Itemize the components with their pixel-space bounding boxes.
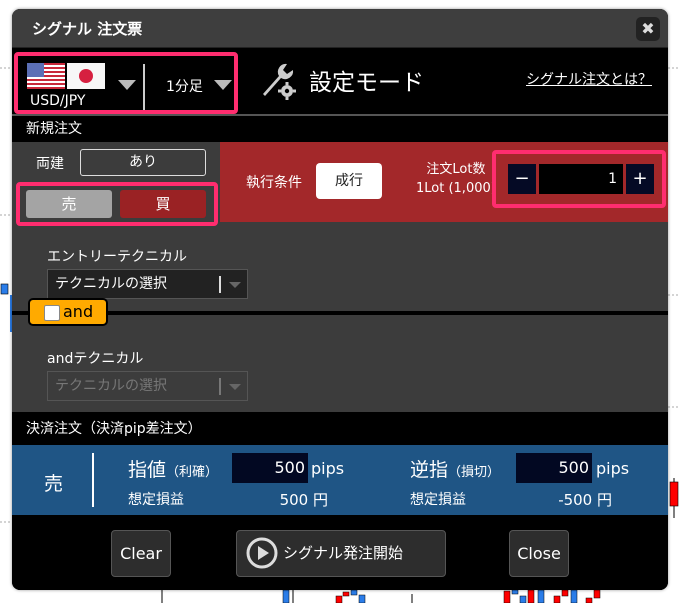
select-divider [219, 276, 221, 293]
settle-order-section: 売 指値（利確） 500 pips 想定損益 500 円 逆指（損切） 500 … [12, 445, 668, 515]
limit-pl-label: 想定損益 [128, 492, 184, 508]
candle [669, 481, 679, 507]
symbol-dropdown-icon[interactable] [118, 80, 136, 90]
and-technical-label: andテクニカル [47, 351, 144, 367]
candle [593, 589, 601, 599]
and-toggle[interactable]: and [28, 298, 108, 326]
sell-button[interactable]: 売 [26, 190, 112, 218]
select-divider [219, 378, 221, 395]
candle [561, 589, 569, 597]
symbol-label[interactable]: USD/JPY [30, 93, 85, 109]
chevron-down-icon [229, 384, 241, 390]
and-checkbox[interactable] [44, 305, 60, 321]
limit-title-text: 指値 [128, 459, 167, 481]
toolbar: USD/JPY 1分足 設定モード シグナル注文とは？ [12, 48, 668, 116]
us-flag-icon [27, 63, 65, 89]
limit-pl-value: 500 円 [279, 491, 328, 509]
exec-condition-button[interactable]: 成行 [316, 163, 382, 199]
candle [527, 589, 535, 603]
limit-title: 指値（利確） [128, 455, 218, 482]
divider [92, 453, 94, 507]
mode-label: 設定モード [309, 70, 424, 96]
order-condition-panel: 執行条件 成行 注文Lot数 1Lot (1,000) − + [220, 142, 668, 222]
and-label: and [63, 302, 94, 321]
play-icon [246, 537, 278, 569]
close-button[interactable]: Close [509, 530, 569, 577]
and-divider [12, 311, 668, 315]
candle [358, 594, 366, 603]
lot-label-unit: 1Lot (1,000) [416, 181, 496, 196]
candle [335, 595, 343, 603]
lot-label-title: 注文Lot数 [426, 162, 486, 177]
dialog-title: シグナル 注文票 [32, 20, 143, 38]
new-order-header: 新規注文 [12, 116, 668, 142]
start-signal-label: シグナル発注開始 [283, 544, 404, 562]
close-x-icon[interactable]: ✖ [636, 17, 660, 41]
candle [553, 595, 561, 603]
candle [342, 591, 350, 597]
stop-pl-label: 想定損益 [410, 492, 466, 508]
candle [570, 589, 578, 603]
settle-order-header: 決済注文（決済pip差注文） [12, 414, 668, 445]
candle [511, 589, 519, 595]
and-technical-select[interactable]: テクニカルの選択 [47, 371, 248, 401]
clear-button[interactable]: Clear [111, 530, 171, 577]
help-link[interactable]: シグナル注文とは？ [526, 69, 652, 89]
candle [0, 283, 9, 295]
footer: Clear シグナル発注開始 Close [12, 515, 668, 590]
start-signal-button[interactable]: シグナル発注開始 [236, 530, 446, 577]
title-bar[interactable]: シグナル 注文票 ✖ [12, 9, 668, 48]
symbol-timeframe-selector: USD/JPY 1分足 [14, 52, 238, 114]
lot-decrement-button[interactable]: − [508, 164, 536, 194]
stop-title: 逆指（損切） [410, 455, 500, 482]
entry-technical-value: テクニカルの選択 [55, 276, 167, 292]
signal-order-dialog: シグナル 注文票 ✖ USD/JPY 1分足 設定モード シグナル注文とは？ 新… [12, 9, 668, 590]
chevron-down-icon [229, 282, 241, 288]
wrench-gear-icon [263, 63, 296, 100]
side-selector: 売 買 [16, 182, 218, 226]
candle [503, 590, 511, 603]
candle [350, 589, 358, 596]
lot-stepper: − + [492, 150, 666, 208]
buy-button[interactable]: 買 [120, 190, 206, 218]
stop-title-text: 逆指 [410, 459, 449, 481]
new-order-section: 両建 あり 売 買 執行条件 成行 注文Lot数 1Lot (1,000) − … [12, 142, 668, 412]
stop-pl-value: -500 円 [558, 491, 612, 509]
candle [585, 597, 593, 603]
limit-pips-unit: pips [311, 459, 345, 478]
stop-pips-input[interactable]: 500 [516, 453, 592, 483]
lot-label: 注文Lot数 1Lot (1,000) [416, 160, 496, 198]
lot-quantity-input[interactable] [539, 164, 623, 194]
stop-pips-unit: pips [596, 459, 630, 478]
entry-technical-select[interactable]: テクニカルの選択 [47, 269, 248, 299]
exec-condition-label: 執行条件 [246, 175, 302, 191]
hedge-toggle[interactable]: あり [80, 149, 206, 176]
lot-increment-button[interactable]: + [626, 164, 654, 194]
candle [537, 589, 545, 603]
limit-subtitle: （利確） [166, 465, 219, 480]
timeframe-label[interactable]: 1分足 [166, 76, 203, 96]
jp-flag-icon [67, 63, 105, 89]
stop-subtitle: （損切） [448, 465, 501, 480]
entry-technical-label: エントリーテクニカル [47, 249, 187, 265]
timeframe-dropdown-icon[interactable] [214, 80, 232, 90]
hedge-label: 両建 [36, 156, 64, 172]
candle [519, 595, 527, 603]
limit-pips-input[interactable]: 500 [232, 453, 308, 483]
candle [282, 589, 290, 603]
divider [143, 64, 145, 110]
settle-side-label: 売 [44, 473, 64, 495]
and-technical-value: テクニカルの選択 [55, 378, 167, 394]
